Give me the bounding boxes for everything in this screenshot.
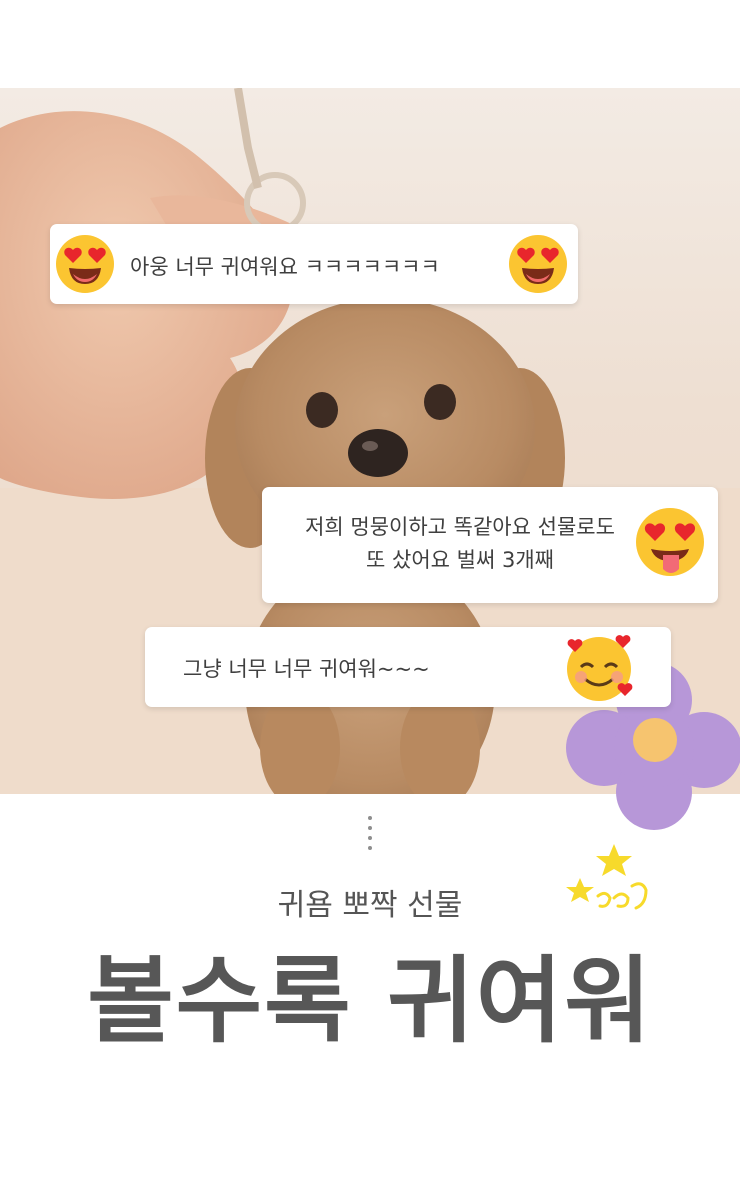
- heart-eyes-emoji-icon: [56, 235, 114, 293]
- tongue-emoji-icon: [636, 508, 704, 576]
- review-text-3: 그냥 너무 너무 귀여워~~~: [183, 657, 430, 681]
- page-title: 볼수록 귀여워: [87, 947, 653, 1056]
- subtitle: 귀욤 뽀짝 선물: [277, 888, 463, 923]
- review-bubble-3: 그냥 너무 너무 귀여워~~~: [145, 627, 671, 707]
- smiling-hearts-emoji-icon: [567, 635, 633, 701]
- dotted-divider: [368, 816, 372, 856]
- review-bubble-2: 저희 멍뭉이하고 똑같아요 선물로도 또 샀어요 벌써 3개째: [262, 487, 718, 603]
- heart-eyes-emoji-icon: [509, 235, 567, 293]
- review-text-2-line-2: 또 샀어요 벌써 3개째: [366, 548, 554, 572]
- review-text-2: 저희 멍뭉이하고 똑같아요 선물로도 또 샀어요 벌써 3개째: [280, 511, 640, 577]
- review-text-1: 아웅 너무 귀여워요 ㅋㅋㅋㅋㅋㅋㅋ: [130, 255, 440, 279]
- review-text-2-line-1: 저희 멍뭉이하고 똑같아요 선물로도: [305, 515, 615, 539]
- review-bubble-1: 아웅 너무 귀여워요 ㅋㅋㅋㅋㅋㅋㅋ: [50, 224, 578, 304]
